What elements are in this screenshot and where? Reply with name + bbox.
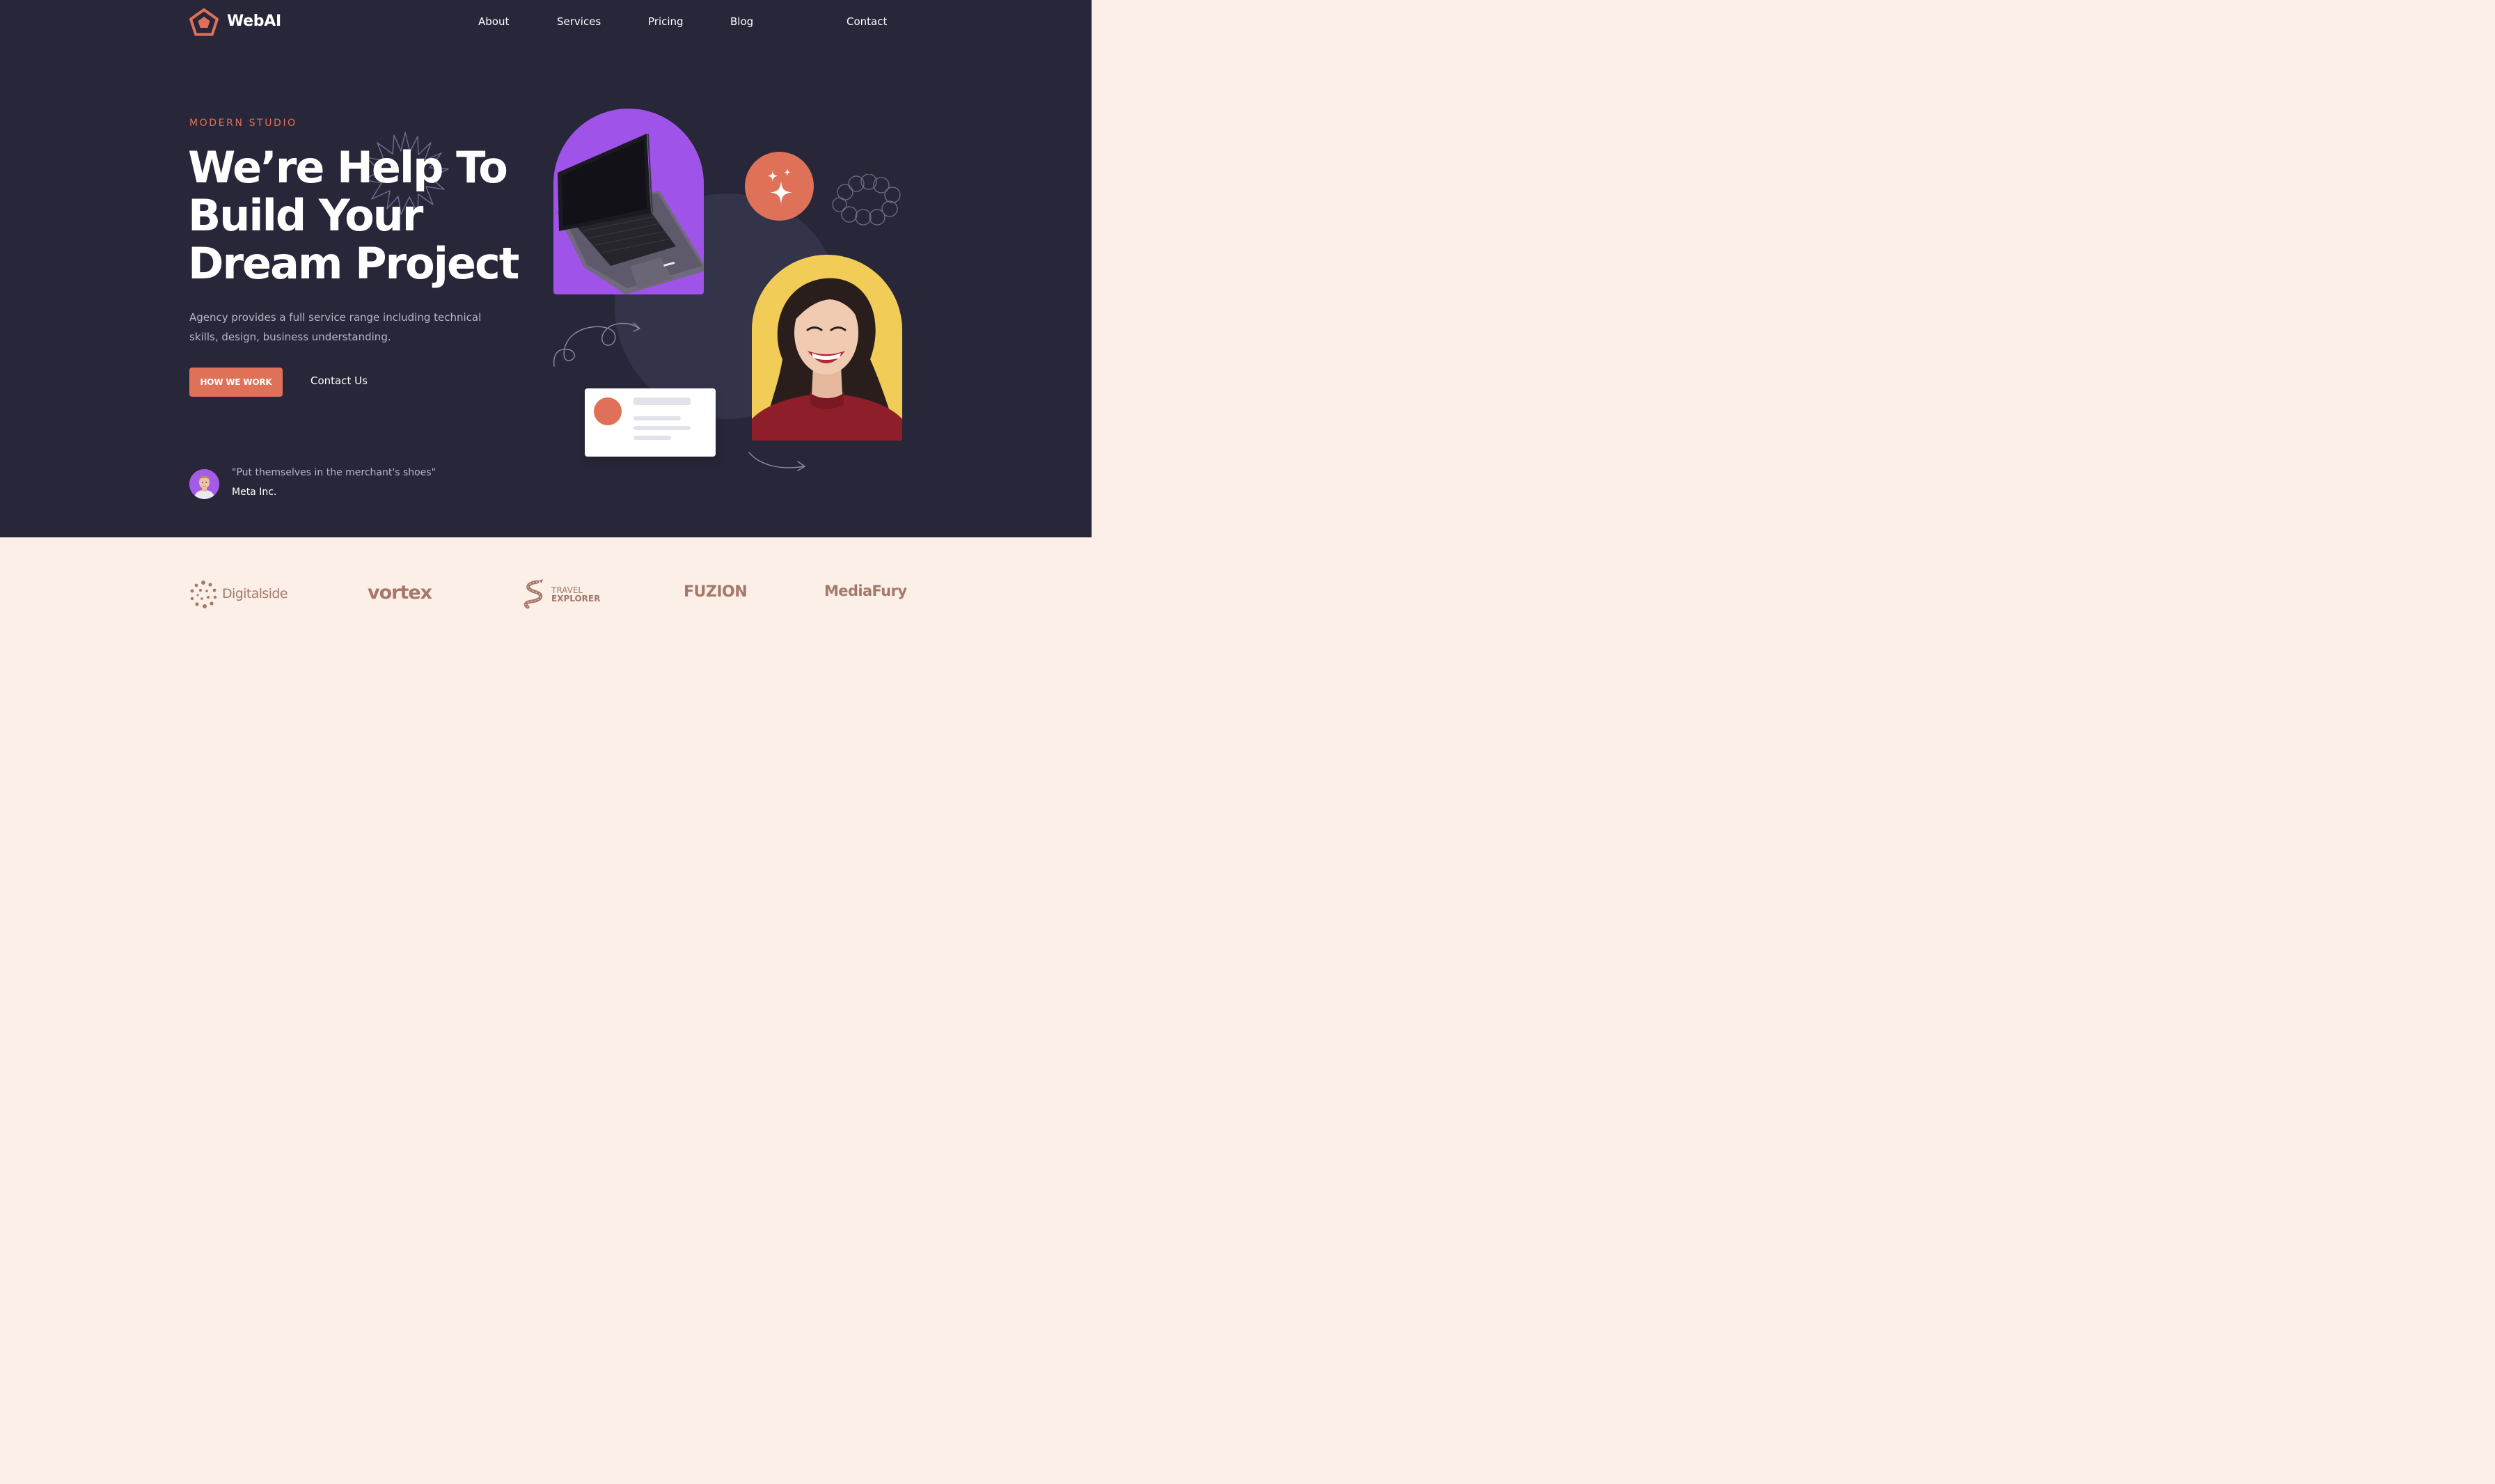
profile-placeholder-card	[585, 388, 716, 457]
pentagon-logo-icon[interactable]	[189, 8, 219, 36]
smiling-woman-icon	[752, 278, 902, 441]
partner-digitalside-name: Digitalside	[222, 586, 288, 601]
eyebrow-label: MODERN STUDIO	[189, 118, 297, 129]
hero-headline: We’re Help To Build Your Dream Project	[188, 143, 550, 287]
testimonial-avatar	[189, 469, 219, 499]
nav-pricing[interactable]: Pricing	[648, 15, 684, 28]
contact-us-link[interactable]: Contact Us	[310, 374, 368, 387]
placeholder-title-bar	[633, 397, 691, 405]
profile-dot	[594, 397, 622, 425]
brand-name[interactable]: WebAI	[227, 13, 281, 30]
placeholder-line	[633, 416, 681, 420]
partner-fuzion-name: FUZION	[684, 583, 748, 601]
laptop-image-card	[553, 109, 704, 294]
nav-services[interactable]: Services	[557, 15, 601, 28]
partner-travel-explorer-name: TRAVEL EXPLORER	[551, 586, 600, 603]
headline-line-2: Build Your	[188, 190, 423, 241]
person-avatar-icon	[189, 469, 219, 499]
curved-arrow-icon	[748, 452, 805, 471]
explorer-word: EXPLORER	[551, 594, 601, 603]
hero-description: Agency provides a full service range inc…	[189, 311, 482, 343]
cloud-scribble-icon	[832, 174, 901, 226]
nav-about[interactable]: About	[478, 15, 509, 28]
sparkle-badge	[745, 152, 814, 221]
testimonial-quote: "Put themselves in the merchant's shoes"	[232, 467, 436, 478]
road-icon	[524, 579, 543, 609]
partner-vortex-name: vortex	[368, 582, 432, 603]
partner-digitalside[interactable]: Digitalside	[189, 579, 288, 608]
swirl-arrow-icon	[553, 322, 640, 367]
hero-section: WebAI About Services Pricing Blog Contac…	[0, 0, 1092, 537]
headline-line-1: We’re Help To	[188, 142, 508, 193]
nav-contact[interactable]: Contact	[847, 15, 887, 28]
partner-mediafury[interactable]: MediaFury	[824, 583, 907, 599]
partner-vortex[interactable]: vortex	[368, 582, 432, 603]
how-we-work-button[interactable]: HOW WE WORK	[189, 368, 283, 397]
woman-portrait-card	[752, 255, 902, 441]
placeholder-line	[633, 426, 691, 430]
placeholder-line	[633, 436, 671, 440]
partner-travel-explorer[interactable]: TRAVEL EXPLORER	[521, 579, 600, 610]
partner-fuzion[interactable]: FUZION	[684, 583, 748, 601]
headline-line-3: Dream Project	[188, 238, 519, 289]
dots-ring-icon	[190, 581, 217, 608]
sparkle-icon	[767, 168, 792, 204]
testimonial-company: Meta Inc.	[232, 487, 277, 498]
laptop-icon	[556, 133, 704, 294]
nav-blog[interactable]: Blog	[730, 15, 753, 28]
partner-mediafury-name: MediaFury	[824, 583, 907, 599]
